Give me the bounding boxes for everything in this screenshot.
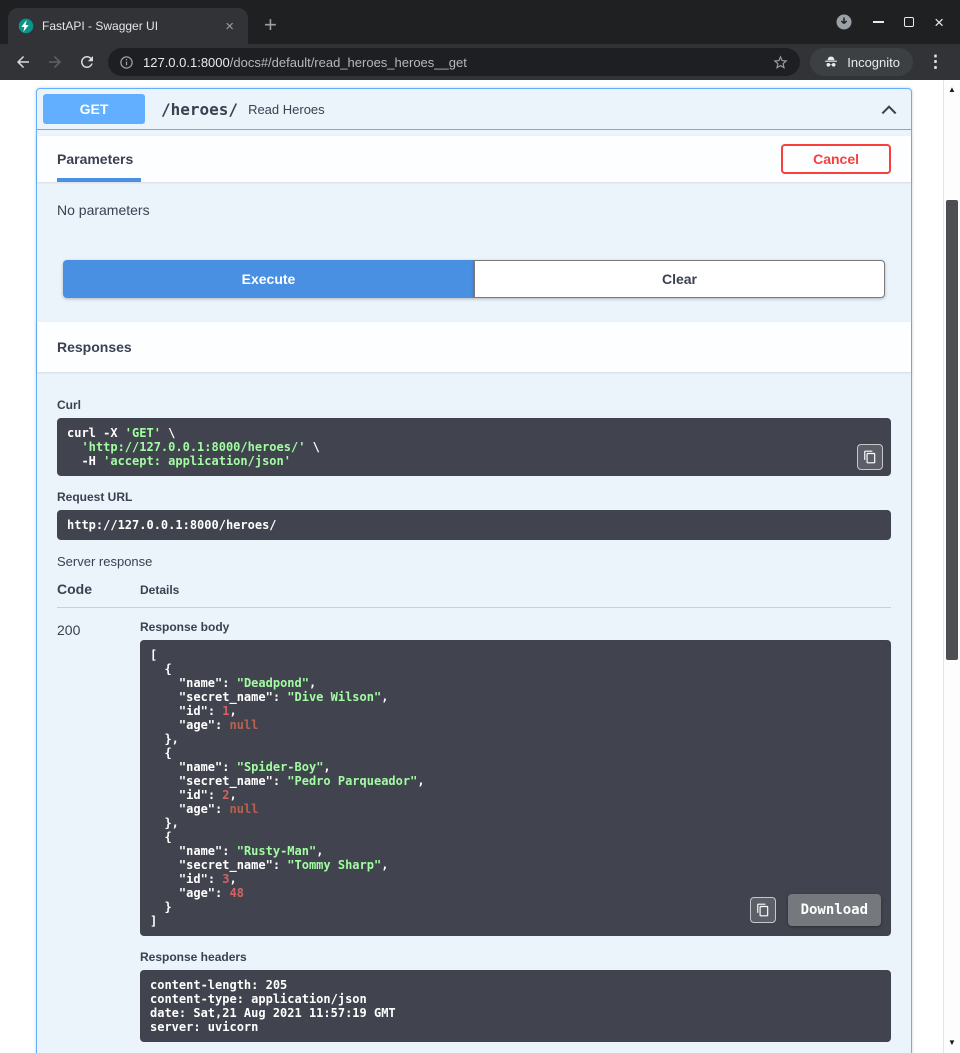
browser-window: FastAPI - Swagger UI × + × 127.0.0.1: bbox=[0, 0, 960, 1053]
url-host: 127.0.0.1:8000 bbox=[143, 55, 230, 70]
window-close-button[interactable]: × bbox=[934, 14, 944, 31]
opblock-get-heroes: GET /heroes/ Read Heroes Parameters Canc… bbox=[36, 88, 912, 1053]
tab-title: FastAPI - Swagger UI bbox=[42, 19, 213, 33]
responses-header: Responses bbox=[37, 322, 911, 372]
new-tab-button[interactable]: + bbox=[264, 14, 277, 36]
address-bar[interactable]: 127.0.0.1:8000/docs#/default/read_heroes… bbox=[108, 48, 800, 76]
forward-button[interactable] bbox=[44, 51, 66, 73]
response-headers-label: Response headers bbox=[140, 950, 891, 964]
response-details: Response body [ { "name": "Deadpond", "s… bbox=[140, 620, 891, 1042]
response-headers-block: content-length: 205content-type: applica… bbox=[140, 970, 891, 1042]
bookmark-star-icon[interactable] bbox=[772, 54, 789, 71]
no-parameters-text: No parameters bbox=[57, 202, 150, 218]
download-button[interactable]: Download bbox=[788, 894, 881, 926]
code-column-header: Code bbox=[57, 581, 140, 597]
window-controls: × bbox=[835, 0, 960, 44]
page-content: GET /heroes/ Read Heroes Parameters Canc… bbox=[0, 80, 960, 1053]
endpoint-summary: Read Heroes bbox=[248, 102, 325, 117]
url-text: 127.0.0.1:8000/docs#/default/read_heroes… bbox=[143, 55, 763, 70]
incognito-badge: Incognito bbox=[810, 48, 913, 76]
scrollbar-down-arrow[interactable]: ▼ bbox=[944, 1036, 960, 1050]
method-badge: GET bbox=[43, 94, 145, 124]
copy-response-button[interactable] bbox=[750, 897, 776, 923]
parameters-tab[interactable]: Parameters bbox=[57, 151, 133, 167]
incognito-label: Incognito bbox=[847, 55, 900, 70]
response-body-block: [ { "name": "Deadpond", "secret_name": "… bbox=[140, 640, 891, 936]
curl-label: Curl bbox=[57, 398, 891, 412]
request-url-block: http://127.0.0.1:8000/heroes/ bbox=[57, 510, 891, 540]
minimize-button[interactable] bbox=[873, 21, 884, 23]
collapse-chevron-icon[interactable] bbox=[879, 99, 899, 119]
tab-bar: FastAPI - Swagger UI × + × bbox=[0, 0, 960, 44]
curl-command-block: curl -X 'GET' \ 'http://127.0.0.1:8000/h… bbox=[57, 418, 891, 476]
scrollbar-thumb[interactable] bbox=[946, 200, 958, 660]
fastapi-favicon-icon bbox=[18, 18, 34, 34]
browser-update-icon[interactable] bbox=[835, 13, 853, 31]
request-url-label: Request URL bbox=[57, 490, 891, 504]
parameters-body: No parameters bbox=[37, 182, 911, 248]
execute-button[interactable]: Execute bbox=[63, 260, 474, 298]
navigation-bar: 127.0.0.1:8000/docs#/default/read_heroes… bbox=[0, 44, 960, 80]
browser-tab[interactable]: FastAPI - Swagger UI × bbox=[8, 8, 248, 44]
maximize-button[interactable] bbox=[904, 17, 914, 27]
response-row: 200 Response body [ { "name": "Deadpond"… bbox=[57, 620, 891, 1042]
scrollbar-up-arrow[interactable]: ▲ bbox=[944, 83, 960, 97]
opblock-summary[interactable]: GET /heroes/ Read Heroes bbox=[37, 89, 911, 130]
clear-button[interactable]: Clear bbox=[474, 260, 885, 298]
responses-title: Responses bbox=[57, 339, 132, 355]
page-scrollbar[interactable]: ▲ ▼ bbox=[943, 80, 960, 1053]
browser-menu-icon[interactable]: ⋮ bbox=[923, 52, 948, 72]
page-info-icon[interactable] bbox=[119, 55, 134, 70]
response-body-label: Response body bbox=[140, 620, 891, 634]
incognito-icon bbox=[823, 54, 839, 70]
server-response-label: Server response bbox=[57, 554, 891, 569]
response-body-actions: Download bbox=[750, 894, 881, 926]
back-button[interactable] bbox=[12, 51, 34, 73]
details-column-header: Details bbox=[140, 583, 891, 597]
tab-close-icon[interactable]: × bbox=[221, 17, 238, 36]
active-tab-underline bbox=[57, 178, 141, 182]
status-code: 200 bbox=[57, 620, 140, 1042]
parameters-header: Parameters Cancel bbox=[37, 136, 911, 182]
swagger-content: GET /heroes/ Read Heroes Parameters Canc… bbox=[0, 80, 943, 1053]
reload-button[interactable] bbox=[76, 51, 98, 73]
execute-row: Execute Clear bbox=[37, 248, 911, 322]
endpoint-path: /heroes/ bbox=[161, 100, 238, 119]
responses-body: Curl curl -X 'GET' \ 'http://127.0.0.1:8… bbox=[37, 372, 911, 1053]
copy-curl-button[interactable] bbox=[857, 444, 883, 470]
cancel-button[interactable]: Cancel bbox=[781, 144, 891, 174]
url-path: /docs#/default/read_heroes_heroes__get bbox=[230, 55, 467, 70]
response-table-header: Code Details bbox=[57, 569, 891, 608]
